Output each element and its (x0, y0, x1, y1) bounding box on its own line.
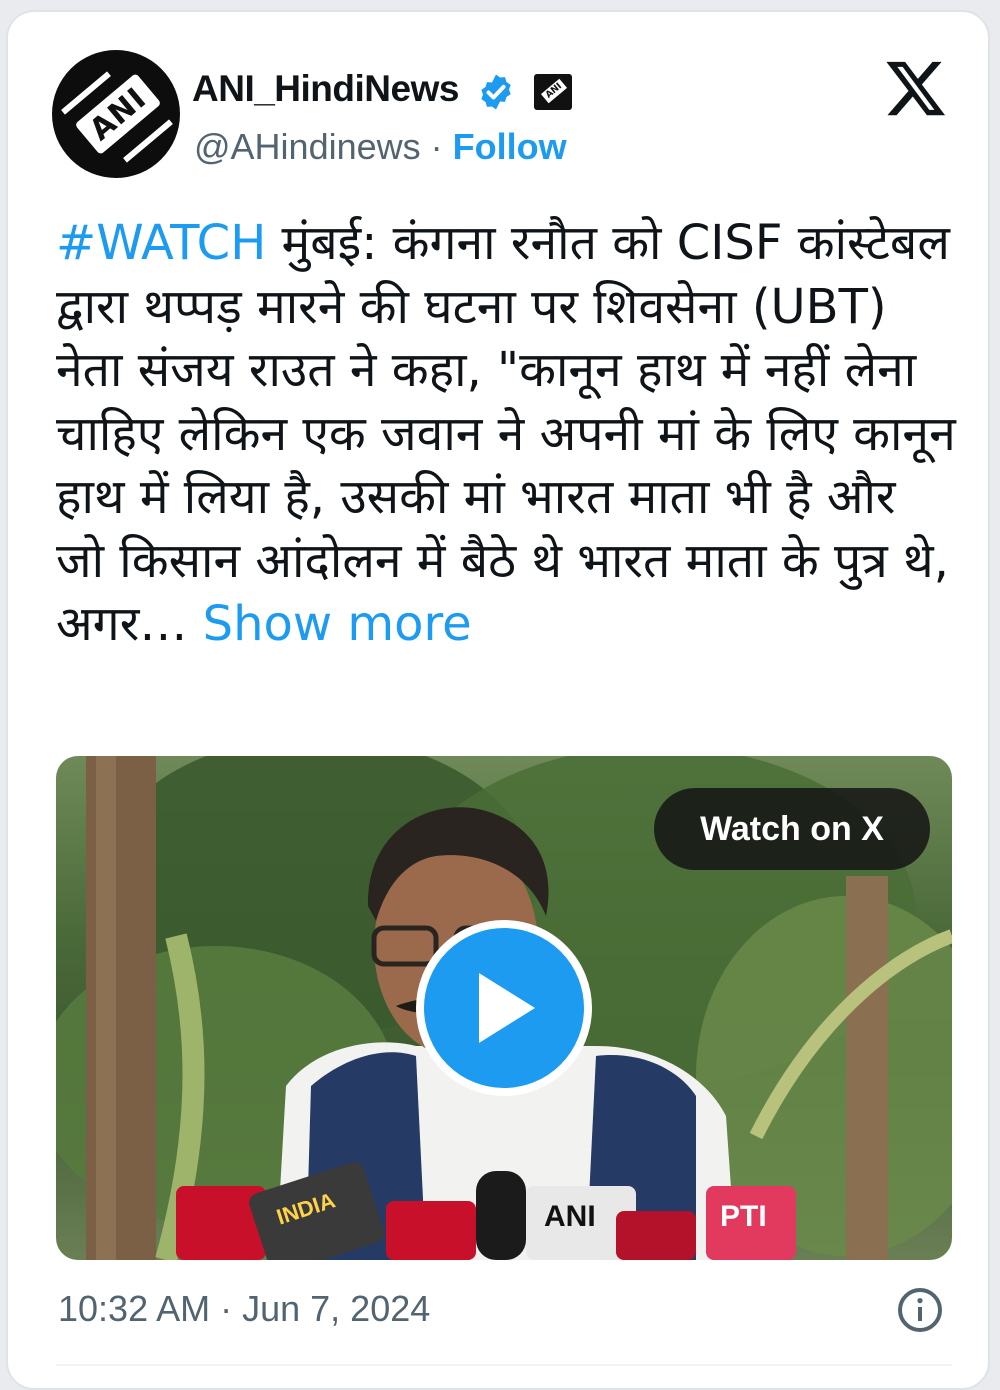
tweet-timestamp[interactable]: 10:32 AM · Jun 7, 2024 (58, 1288, 430, 1330)
tweet-body: मुंबई: कंगना रनौत को CISF कांस्टेबल द्वा… (56, 215, 956, 652)
mic-label: ANI (544, 1200, 596, 1233)
verified-badge-icon (481, 74, 511, 110)
author-display-name[interactable]: ANI_HindiNews (192, 68, 459, 110)
handle-row: @AHindinews · Follow (194, 126, 567, 168)
show-more-link[interactable]: Show more (203, 596, 472, 652)
play-icon (479, 973, 535, 1043)
watch-on-x-button[interactable]: Watch on X (654, 788, 930, 870)
author-handle[interactable]: @AHindinews (194, 126, 421, 167)
tweet-card[interactable]: ANI ANI_HindiNews ANI @AHindinews · Foll… (6, 10, 990, 1390)
x-logo-icon[interactable] (884, 56, 948, 120)
hashtag-link[interactable]: #WATCH (56, 215, 266, 271)
mic-label: PTI (720, 1200, 767, 1233)
divider (56, 1364, 952, 1366)
play-button[interactable] (416, 920, 592, 1096)
avatar[interactable]: ANI (52, 50, 180, 178)
video-player[interactable]: INDIA ANI PTI Watch on X (56, 756, 952, 1260)
follow-button[interactable]: Follow (453, 126, 567, 167)
tweet-text: #WATCH मुंबई: कंगना रनौत को CISF कांस्टे… (56, 212, 956, 657)
info-icon[interactable] (896, 1286, 944, 1334)
separator: · (430, 126, 443, 167)
affiliate-logo-text: ANI (543, 81, 565, 101)
ani-affiliate-icon[interactable]: ANI (534, 74, 572, 110)
